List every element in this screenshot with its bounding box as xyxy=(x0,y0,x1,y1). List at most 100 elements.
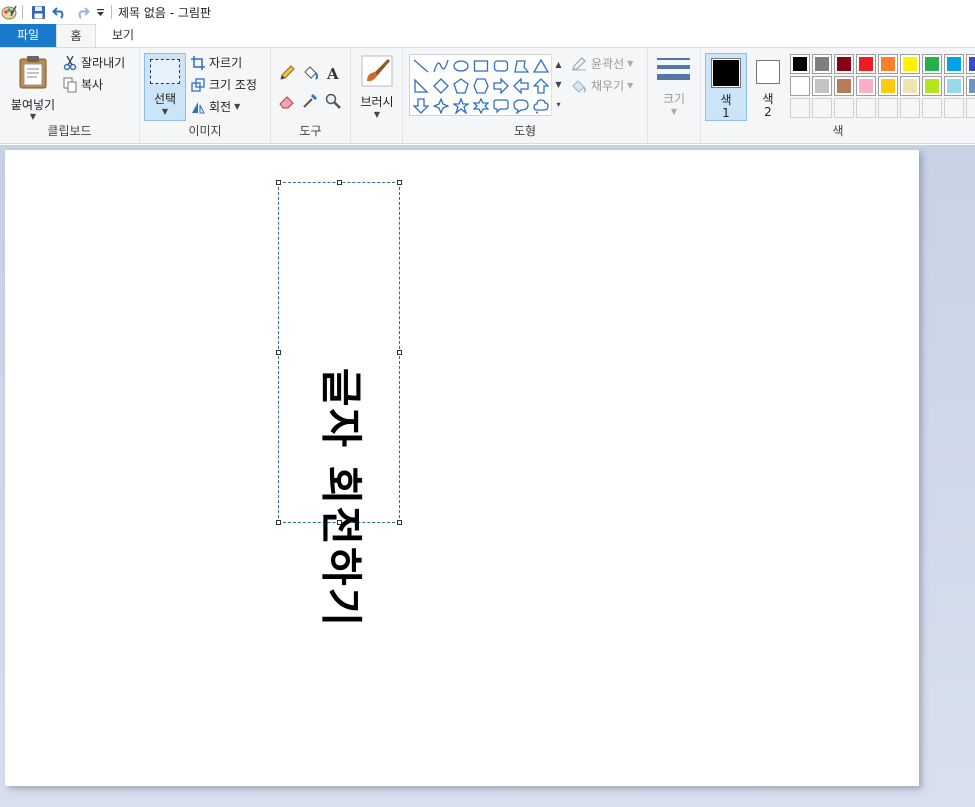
text-icon[interactable]: A xyxy=(325,65,341,81)
size-button[interactable]: 크기 ▼ xyxy=(654,54,696,122)
down-arrow-shape-icon[interactable] xyxy=(411,96,431,116)
pencil-icon[interactable] xyxy=(279,65,295,81)
polygon-shape-icon[interactable] xyxy=(511,56,531,76)
triangle-shape-icon[interactable] xyxy=(531,56,551,76)
select-label: 선택 xyxy=(153,92,177,106)
tab-home[interactable]: 홈 xyxy=(56,24,96,48)
color-swatch[interactable] xyxy=(944,76,964,96)
color-swatch[interactable] xyxy=(944,54,964,74)
fill-button[interactable]: 채우기 ▼ xyxy=(571,77,633,94)
brushes-dropdown-arrow[interactable]: ▼ xyxy=(355,110,399,119)
custom-color-slot[interactable] xyxy=(922,98,942,118)
customize-quick-access-icon[interactable] xyxy=(93,0,107,24)
save-icon[interactable] xyxy=(27,0,49,24)
four-point-star-shape-icon[interactable] xyxy=(431,96,451,116)
color-swatch[interactable] xyxy=(856,76,876,96)
rounded-rectangle-shape-icon[interactable] xyxy=(491,56,511,76)
oval-callout-shape-icon[interactable] xyxy=(511,96,531,116)
line-shape-icon[interactable] xyxy=(411,56,431,76)
rotate-button[interactable]: 회전 ▼ xyxy=(191,98,240,115)
size-dropdown-arrow[interactable]: ▼ xyxy=(654,107,694,116)
shapes-scrollbar[interactable]: ▲ ▼ ▾ xyxy=(551,54,565,116)
custom-color-slot[interactable] xyxy=(966,98,975,118)
rotate-label: 회전 xyxy=(209,100,232,114)
custom-color-slot[interactable] xyxy=(834,98,854,118)
resize-handle-top[interactable] xyxy=(337,180,342,185)
brushes-button[interactable]: 브러시 ▼ xyxy=(355,53,399,123)
fill-bucket-icon[interactable] xyxy=(302,65,318,81)
color-picker-icon[interactable] xyxy=(302,93,318,109)
select-dropdown-arrow[interactable]: ▼ xyxy=(145,107,185,116)
rotate-dropdown-arrow[interactable]: ▼ xyxy=(234,102,240,111)
color-swatch[interactable] xyxy=(790,54,810,74)
color-swatch-fill xyxy=(793,79,807,93)
diamond-shape-icon[interactable] xyxy=(431,76,451,96)
redo-icon[interactable] xyxy=(71,0,93,24)
outline-button[interactable]: 윤곽선 ▼ xyxy=(571,55,633,72)
color-swatch[interactable] xyxy=(856,54,876,74)
crop-button[interactable]: 자르기 xyxy=(191,54,242,71)
curve-shape-icon[interactable] xyxy=(431,56,451,76)
drawing-canvas[interactable]: 글자 회전하기 xyxy=(5,150,919,786)
resize-button[interactable]: 크기 조정 xyxy=(191,76,257,93)
magnifier-icon[interactable] xyxy=(325,93,341,109)
color-swatch[interactable] xyxy=(966,76,975,96)
color-swatch[interactable] xyxy=(922,54,942,74)
six-point-star-shape-icon[interactable] xyxy=(471,96,491,116)
shapes-scroll-up-icon[interactable]: ▲ xyxy=(552,54,565,74)
fill-dropdown-arrow[interactable]: ▼ xyxy=(627,81,633,90)
tab-file[interactable]: 파일 xyxy=(0,24,56,47)
color-swatch[interactable] xyxy=(900,76,920,96)
shapes-scroll-down-icon[interactable]: ▼ xyxy=(552,74,565,94)
color-swatch[interactable] xyxy=(834,76,854,96)
copy-button[interactable]: 복사 xyxy=(63,76,103,93)
hexagon-shape-icon[interactable] xyxy=(471,76,491,96)
up-arrow-shape-icon[interactable] xyxy=(531,76,551,96)
color-swatch[interactable] xyxy=(900,54,920,74)
color1-button[interactable]: 색 1 xyxy=(705,53,747,121)
undo-icon[interactable] xyxy=(49,0,71,24)
pentagon-shape-icon[interactable] xyxy=(451,76,471,96)
resize-handle-top-right[interactable] xyxy=(397,180,402,185)
custom-color-slot[interactable] xyxy=(878,98,898,118)
color-swatch[interactable] xyxy=(834,54,854,74)
custom-color-slot[interactable] xyxy=(944,98,964,118)
custom-color-slot[interactable] xyxy=(812,98,832,118)
cut-button[interactable]: 잘라내기 xyxy=(63,54,125,71)
oval-shape-icon[interactable] xyxy=(451,56,471,76)
color-swatch[interactable] xyxy=(812,54,832,74)
five-point-star-shape-icon[interactable] xyxy=(451,96,471,116)
eraser-icon[interactable] xyxy=(279,93,295,109)
custom-color-slot[interactable] xyxy=(856,98,876,118)
custom-color-slot[interactable] xyxy=(790,98,810,118)
right-triangle-shape-icon[interactable] xyxy=(411,76,431,96)
resize-handle-bottom-right[interactable] xyxy=(397,520,402,525)
right-arrow-shape-icon[interactable] xyxy=(491,76,511,96)
color-swatch[interactable] xyxy=(812,76,832,96)
color-swatch[interactable] xyxy=(878,76,898,96)
resize-handle-left[interactable] xyxy=(276,350,281,355)
paste-button[interactable]: 붙여넣기 ▼ xyxy=(8,52,58,122)
color-swatch[interactable] xyxy=(790,76,810,96)
color2-button[interactable]: 색 2 xyxy=(751,53,787,121)
outline-dropdown-arrow[interactable]: ▼ xyxy=(627,59,633,68)
color-swatch[interactable] xyxy=(878,54,898,74)
custom-color-slot[interactable] xyxy=(900,98,920,118)
paint-app-icon[interactable] xyxy=(0,0,18,24)
rounded-callout-shape-icon[interactable] xyxy=(491,96,511,116)
brush-icon xyxy=(361,55,393,87)
rectangle-shape-icon[interactable] xyxy=(471,56,491,76)
clipboard-group-label: 클립보드 xyxy=(47,124,92,138)
shapes-expand-icon[interactable]: ▾ xyxy=(552,94,565,114)
tab-view[interactable]: 보기 xyxy=(100,24,146,47)
paste-dropdown-arrow[interactable]: ▼ xyxy=(8,112,58,121)
resize-handle-top-left[interactable] xyxy=(276,180,281,185)
cloud-callout-shape-icon[interactable] xyxy=(531,96,551,116)
shapes-gallery xyxy=(409,54,565,116)
select-button[interactable]: 선택 ▼ xyxy=(144,53,186,121)
color-swatch[interactable] xyxy=(922,76,942,96)
resize-handle-bottom-left[interactable] xyxy=(276,520,281,525)
color-swatch[interactable] xyxy=(966,54,975,74)
left-arrow-shape-icon[interactable] xyxy=(511,76,531,96)
resize-handle-right[interactable] xyxy=(397,350,402,355)
